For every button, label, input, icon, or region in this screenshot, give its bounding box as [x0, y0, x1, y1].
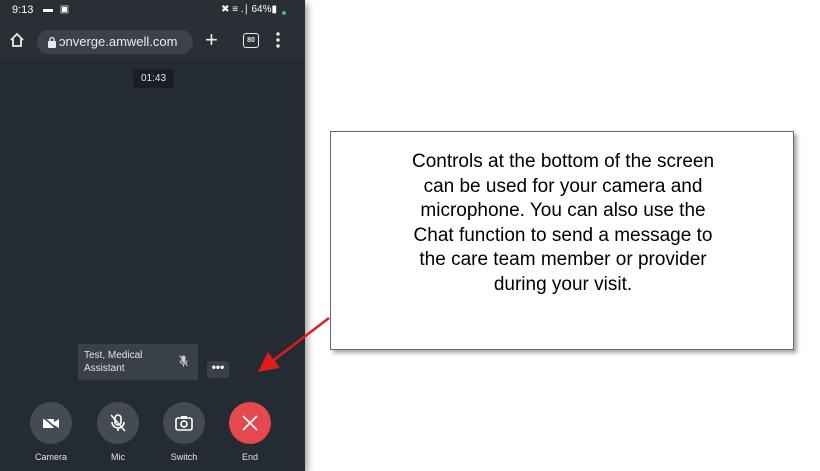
pointer-arrow-icon [258, 317, 330, 373]
page: 9:13 ▬ ▣ ✖ ≡ .∣ 64%▮ ɔnverge.amwell.com … [0, 0, 820, 471]
